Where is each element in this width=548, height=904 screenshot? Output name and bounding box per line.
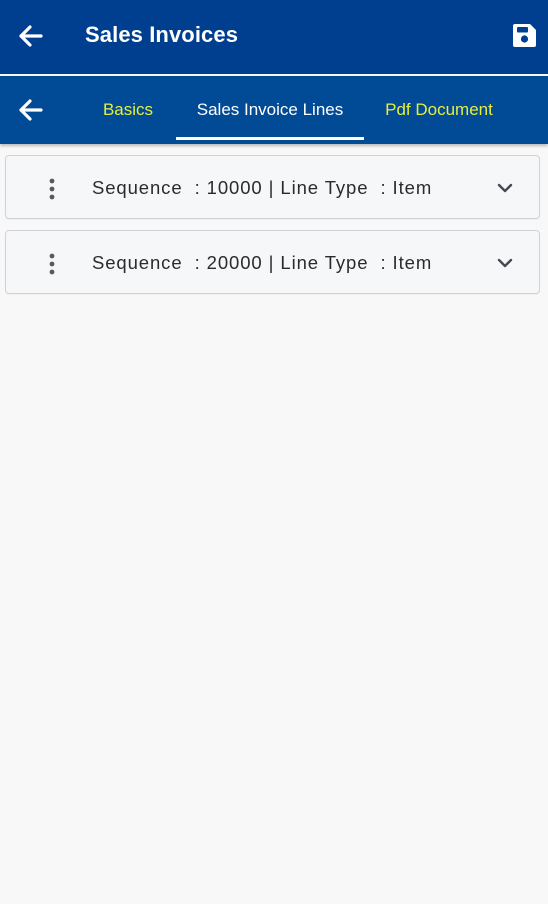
invoice-line-summary: Sequence : 10000 | Line Type : Item — [92, 177, 433, 198]
tab-label: Basics — [102, 100, 154, 119]
arrow-left-icon — [19, 99, 43, 121]
tab-back-button[interactable] — [16, 95, 46, 125]
back-button[interactable] — [16, 21, 46, 51]
invoice-line-card[interactable]: Sequence : 20000 | Line Type : Item — [5, 230, 540, 294]
tab-label: Pdf Document — [385, 100, 493, 119]
invoice-lines-list: Sequence : 10000 | Line Type : Item Sequ… — [5, 155, 540, 305]
save-button[interactable] — [510, 20, 538, 50]
tab-sales-invoice-lines[interactable]: Sales Invoice Lines — [176, 76, 364, 144]
more-vertical-icon — [49, 178, 55, 200]
arrow-left-icon — [19, 25, 43, 47]
chevron-down-icon — [497, 183, 513, 193]
line-menu-button[interactable] — [42, 251, 62, 277]
active-tab-indicator — [176, 137, 364, 140]
expand-button[interactable] — [493, 251, 517, 275]
more-vertical-icon — [49, 253, 55, 275]
tab-pdf-document[interactable]: Pdf Document — [372, 76, 506, 144]
tab-bar: Basics Sales Invoice Lines Pdf Document — [0, 76, 548, 144]
tab-label: Sales Invoice Lines — [196, 100, 344, 119]
invoice-line-card[interactable]: Sequence : 10000 | Line Type : Item — [5, 155, 540, 219]
page-title: Sales Invoices — [85, 22, 239, 47]
invoice-line-summary: Sequence : 20000 | Line Type : Item — [92, 252, 433, 273]
floppy-disk-icon — [512, 23, 536, 47]
app-bar: Sales Invoices — [0, 0, 548, 74]
chevron-down-icon — [497, 258, 513, 268]
tab-basics[interactable]: Basics — [88, 76, 168, 144]
line-menu-button[interactable] — [42, 176, 62, 202]
expand-button[interactable] — [493, 176, 517, 200]
